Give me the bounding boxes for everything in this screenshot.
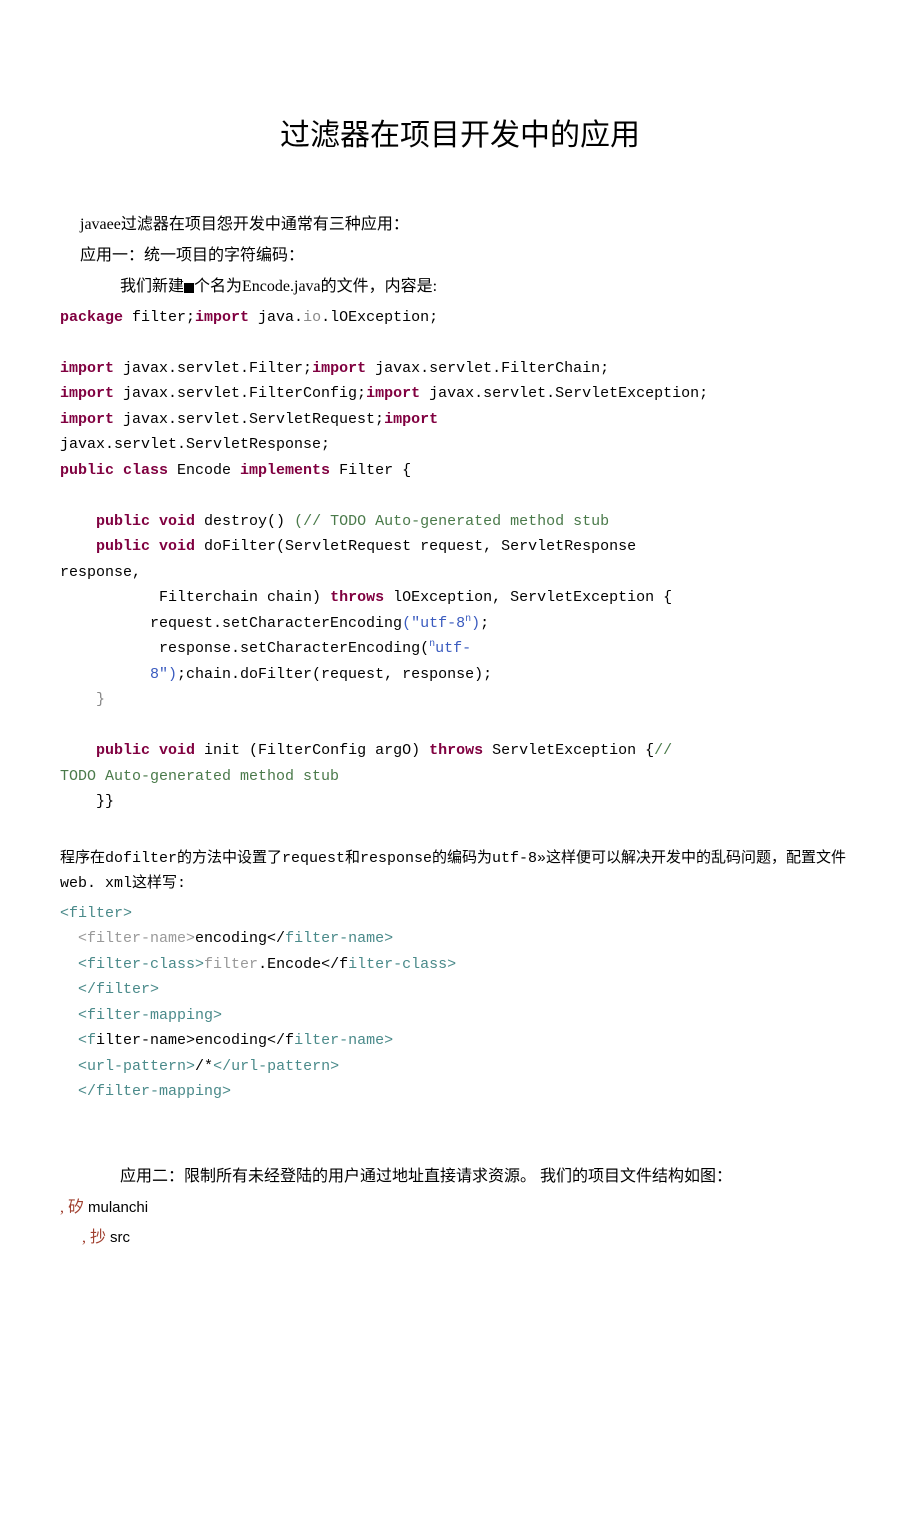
tree-root: , 矽 mulanchi (60, 1194, 860, 1221)
paragraph-explain: 程序在dofilter的方法中设置了request和response的编码为ut… (60, 846, 860, 897)
code-block-java: package filter;import java.io.lOExceptio… (60, 305, 860, 815)
tree-child: , 抄 src (60, 1224, 860, 1251)
paragraph-intro: javaee过滤器在项目怨开发中通常有三种应用： (60, 211, 860, 238)
black-square-icon (184, 283, 194, 293)
page-title: 过滤器在项目开发中的应用 (60, 110, 860, 161)
paragraph-app1: 应用一：统一项目的字符编码： (60, 242, 860, 269)
paragraph-file: 我们新建个名为Encode.java的文件，内容是: (60, 273, 860, 300)
code-block-xml: <filter> <filter-name>encoding</filter-n… (60, 901, 860, 1105)
paragraph-app2: 应用二：限制所有未经登陆的用户通过地址直接请求资源。 我们的项目文件结构如图： (60, 1163, 860, 1190)
